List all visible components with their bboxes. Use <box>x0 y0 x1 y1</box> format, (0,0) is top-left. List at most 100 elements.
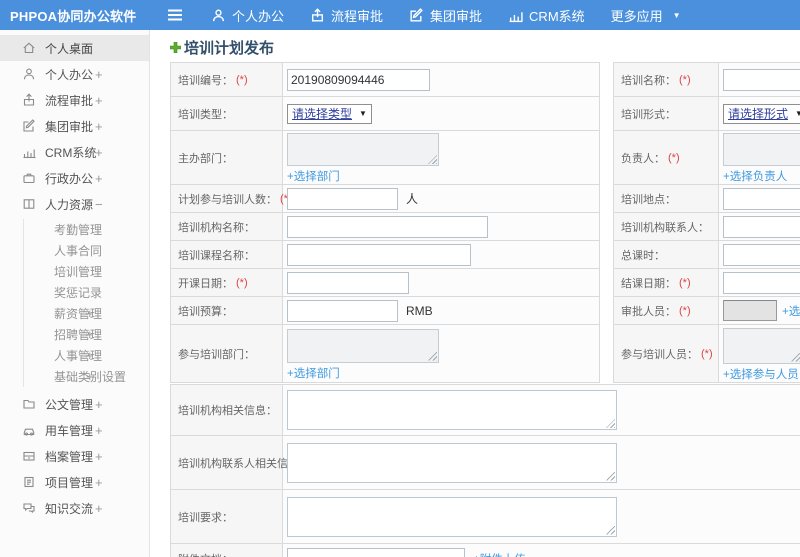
sidebar-subitem-personnel-mgmt[interactable]: 人事管理 + <box>24 345 149 366</box>
resize-grip[interactable] <box>606 471 615 481</box>
join-dept-textarea[interactable] <box>287 328 439 363</box>
resize-grip[interactable] <box>428 351 437 361</box>
requirements-textarea[interactable] <box>287 496 617 537</box>
field-value-cell <box>719 185 800 212</box>
training-no-input[interactable] <box>287 68 430 91</box>
sidebar-item-archive-mgmt[interactable]: 档案管理 + <box>0 443 149 469</box>
field-value-cell <box>283 385 800 435</box>
select-value: 请选择形式 <box>728 107 789 121</box>
resize-grip[interactable] <box>606 419 615 428</box>
field-value-cell: RMB <box>283 297 599 324</box>
sidebar-item-label: 个人办公 <box>45 67 94 82</box>
expand-toggle[interactable]: + <box>95 119 103 134</box>
nav-personal-office[interactable]: 个人办公 <box>198 0 297 30</box>
expand-toggle[interactable]: + <box>95 423 103 438</box>
sidebar-item-crm-system[interactable]: CRM系统 + <box>0 139 149 165</box>
field-label-cell: 培训课程名称： <box>171 241 283 268</box>
sidebar-item-human-resources[interactable]: 人力资源 − <box>0 191 149 217</box>
expand-toggle[interactable]: + <box>86 327 94 342</box>
sidebar-subitem-salary-mgmt[interactable]: 薪资管理 + <box>24 303 149 324</box>
field-label: 培训机构相关信息： <box>178 405 277 417</box>
sidebar-item-label: 用车管理 <box>45 423 94 438</box>
course-name-input[interactable] <box>287 243 471 266</box>
form-row-org-name: 培训机构名称： <box>171 213 599 241</box>
sidebar-subitem-label: 人事合同 <box>54 244 103 258</box>
training-form-select[interactable]: 请选择形式 ▼ <box>723 103 800 124</box>
sidebar-item-label: 流程审批 <box>45 93 94 108</box>
select-dept-link[interactable]: +选择部门 <box>287 168 340 184</box>
sidebar-item-vehicle-mgmt[interactable]: 用车管理 + <box>0 417 149 443</box>
expand-toggle[interactable]: + <box>95 171 103 186</box>
field-value-cell: 人 <box>283 185 599 212</box>
budget-input[interactable] <box>287 299 398 322</box>
sidebar-subitem-recruit-mgmt[interactable]: 招聘管理 + <box>24 324 149 345</box>
home-icon <box>23 42 35 54</box>
nav-more-apps[interactable]: 更多应用 ▼ <box>598 0 694 30</box>
select-join-people-link[interactable]: +选择参与人员 <box>723 366 799 382</box>
sidebar-subitem-label: 考勤管理 <box>54 223 103 237</box>
training-type-select[interactable]: 请选择类型 ▼ <box>287 103 372 124</box>
sidebar-subitem-training-mgmt[interactable]: 培训管理 <box>24 261 149 282</box>
field-label: 培训地点： <box>621 193 676 206</box>
attachment-input[interactable] <box>287 548 465 557</box>
expand-toggle[interactable]: + <box>95 67 103 82</box>
org-name-input[interactable] <box>287 215 488 238</box>
sidebar-item-label: 个人桌面 <box>45 41 94 56</box>
expand-toggle[interactable]: + <box>86 348 94 363</box>
sidebar-item-workflow-approval[interactable]: 流程审批 + <box>0 87 149 113</box>
field-value-cell <box>283 269 599 296</box>
nav-group-approval[interactable]: 集团审批 <box>396 0 495 30</box>
form-row-location: 培训地点： <box>614 185 800 213</box>
attachment-upload-link[interactable]: +附件上传 <box>473 551 526 557</box>
expand-toggle[interactable]: + <box>95 501 103 516</box>
end-date-input[interactable] <box>723 271 800 294</box>
sidebar-item-group-approval[interactable]: 集团审批 + <box>0 113 149 139</box>
select-approver-link[interactable]: +选择审批人员 <box>782 303 800 319</box>
sidebar-subitem-base-category[interactable]: 基础类别设置 + <box>24 366 149 387</box>
expand-toggle[interactable]: + <box>95 145 103 160</box>
expand-toggle[interactable]: + <box>95 449 103 464</box>
nav-crm-system[interactable]: CRM系统 <box>495 0 598 30</box>
org-info-textarea[interactable] <box>287 390 617 430</box>
resize-grip[interactable] <box>428 155 437 164</box>
leader-textarea[interactable] <box>723 133 800 166</box>
select-dept-link[interactable]: +选择部门 <box>287 365 340 381</box>
select-leader-link[interactable]: +选择负责人 <box>723 168 787 184</box>
org-contact-input[interactable] <box>723 215 800 238</box>
resize-grip[interactable] <box>606 525 615 535</box>
training-name-input[interactable] <box>723 68 800 91</box>
resize-grip[interactable] <box>791 352 800 362</box>
start-date-input[interactable] <box>287 271 409 294</box>
app-window: PHPOA协同办公软件 个人办公 流程审批 集团审批 CRM系统 更多应用 ▼ … <box>0 0 800 557</box>
sidebar-item-admin-office[interactable]: 行政办公 + <box>0 165 149 191</box>
approver-readonly-input[interactable] <box>723 300 777 321</box>
sidebar-item-personal-office[interactable]: 个人办公 + <box>0 61 149 87</box>
expand-toggle[interactable]: + <box>86 306 94 321</box>
sidebar-item-knowledge-exchange[interactable]: 知识交流 + <box>0 495 149 521</box>
org-contact-info-textarea[interactable] <box>287 442 617 483</box>
total-hours-input[interactable] <box>723 243 800 266</box>
sidebar-subitem-hr-contract[interactable]: 人事合同 <box>24 240 149 261</box>
host-dept-textarea[interactable] <box>287 133 439 166</box>
expand-toggle[interactable]: + <box>95 475 103 490</box>
sidebar-item-personal-desktop[interactable]: 个人桌面 <box>0 35 149 61</box>
sidebar-item-project-mgmt[interactable]: 项目管理 + <box>0 469 149 495</box>
nav-label: 集团审批 <box>430 8 483 24</box>
collapse-toggle[interactable]: − <box>95 197 103 212</box>
planned-count-input[interactable] <box>287 187 398 210</box>
join-people-textarea[interactable] <box>723 327 800 364</box>
sidebar-item-document-mgmt[interactable]: 公文管理 + <box>0 391 149 417</box>
caret-down-icon: ▼ <box>672 10 681 20</box>
required-mark: (*) <box>679 73 691 86</box>
location-input[interactable] <box>723 187 800 210</box>
expand-toggle[interactable]: + <box>95 397 103 412</box>
form-table-bottom: 培训机构相关信息： 培训机构联系人相关信息： 培训要求： <box>170 384 800 557</box>
form-row-leader: 负责人： (*) +选择负责人 <box>614 131 800 185</box>
sidebar-subitem-attendance[interactable]: 考勤管理 <box>24 219 149 240</box>
hamburger-menu-icon[interactable] <box>166 0 184 30</box>
expand-toggle[interactable]: + <box>86 369 94 384</box>
sidebar-item-label: 行政办公 <box>45 171 94 186</box>
expand-toggle[interactable]: + <box>95 93 103 108</box>
nav-workflow-approval[interactable]: 流程审批 <box>297 0 396 30</box>
sidebar-subitem-reward-punish[interactable]: 奖惩记录 <box>24 282 149 303</box>
